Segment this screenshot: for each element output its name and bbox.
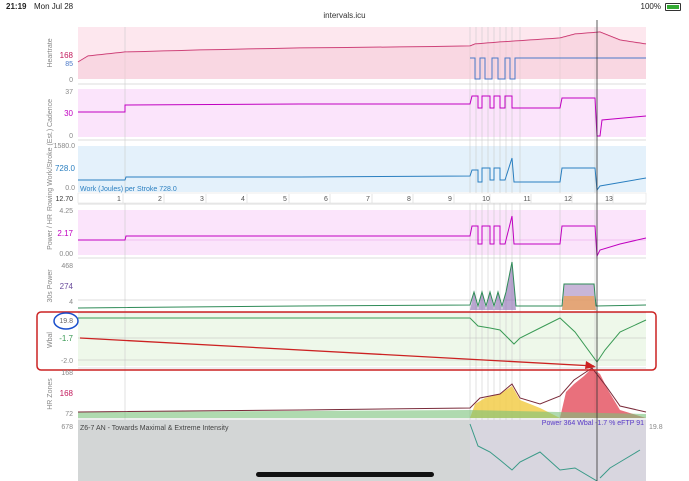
- cadence-tick-bottom: 0: [69, 133, 73, 140]
- x-axis-tick-4: 4: [241, 196, 245, 203]
- hrzones-tick-top: 168: [61, 370, 73, 377]
- x-axis-tick-6: 6: [324, 196, 328, 203]
- cadence-tick-top: 37: [65, 89, 73, 96]
- powerhr-tick-bottom: 0.00: [59, 251, 73, 258]
- powerhr-tick-top: 4.25: [59, 208, 73, 215]
- power30-tick-bottom: 4: [69, 299, 73, 306]
- heartrate-axis-label: Heartrate: [47, 38, 54, 67]
- power30-axis-label: 30s Power: [47, 269, 54, 303]
- x-axis-tick-11: 11: [523, 196, 530, 203]
- x-axis-tick-5: 5: [283, 196, 287, 203]
- x-axis-tick-3: 3: [200, 196, 204, 203]
- x-axis-tick-12: 12: [564, 196, 572, 203]
- x-axis-tick-2: 2: [158, 196, 162, 203]
- x-axis-tick-9: 9: [448, 196, 452, 203]
- power30-block-warm: [562, 296, 596, 310]
- readout: Power 364 Wbal -1.7 % eFTP 91: [542, 420, 644, 427]
- wbal-tick-mid: -1.7: [59, 334, 73, 343]
- x-axis-start: 12.70: [55, 196, 73, 203]
- x-axis-bar: [77, 192, 647, 204]
- work-axis-label: Rowing Work/Stroke (Est.): [47, 129, 54, 211]
- hrzones-tick-bottom: 72: [65, 411, 73, 418]
- home-indicator[interactable]: [256, 472, 434, 477]
- hr-tick-mid: 85: [65, 61, 73, 68]
- zone-right-tick: 19.8: [649, 424, 663, 431]
- cadence-panel-bg: [78, 89, 646, 137]
- work-tick-mid: 728.0: [55, 164, 76, 173]
- wbal-axis-label: Wbal: [47, 332, 54, 348]
- wbal-panel-bg: [78, 314, 646, 366]
- powerhr-axis-label: Power / HR: [47, 214, 54, 250]
- power30-tick-top: 468: [61, 263, 73, 270]
- power30-tick-mid: 274: [60, 282, 74, 291]
- hr-tick-bottom: 0: [69, 77, 73, 84]
- hr-tick-top: 168: [60, 51, 74, 60]
- zone-tick: 678: [61, 424, 73, 431]
- hrzones-tick-mid: 168: [60, 389, 74, 398]
- x-axis-tick-7: 7: [366, 196, 370, 203]
- power30-panel-bg: [78, 262, 646, 312]
- work-legend: Work (Joules) per Stroke 728.0: [80, 186, 177, 193]
- zone-highlight: [470, 420, 646, 481]
- work-tick-bottom: 0.0: [65, 185, 75, 192]
- powerhr-tick-mid: 2.17: [57, 229, 73, 238]
- activity-chart[interactable]: Heartrate Cadence Rowing Work/Stroke (Es…: [0, 0, 689, 481]
- wbal-tick-top: 19.8: [59, 318, 73, 325]
- x-axis-tick-8: 8: [407, 196, 411, 203]
- zone-title: Z6-7 AN - Towards Maximal & Extreme Inte…: [80, 425, 229, 432]
- x-axis-tick-10: 10: [482, 196, 490, 203]
- cadence-tick-mid: 30: [64, 109, 73, 118]
- work-tick-top: 1580.0: [54, 143, 76, 150]
- x-axis-tick-13: 13: [605, 196, 613, 203]
- cadence-axis-label: Cadence: [47, 99, 54, 127]
- x-axis-tick-1: 1: [117, 196, 121, 203]
- wbal-tick-bottom: -2.0: [61, 358, 73, 365]
- hrzones-axis-label: HR Zones: [47, 378, 54, 410]
